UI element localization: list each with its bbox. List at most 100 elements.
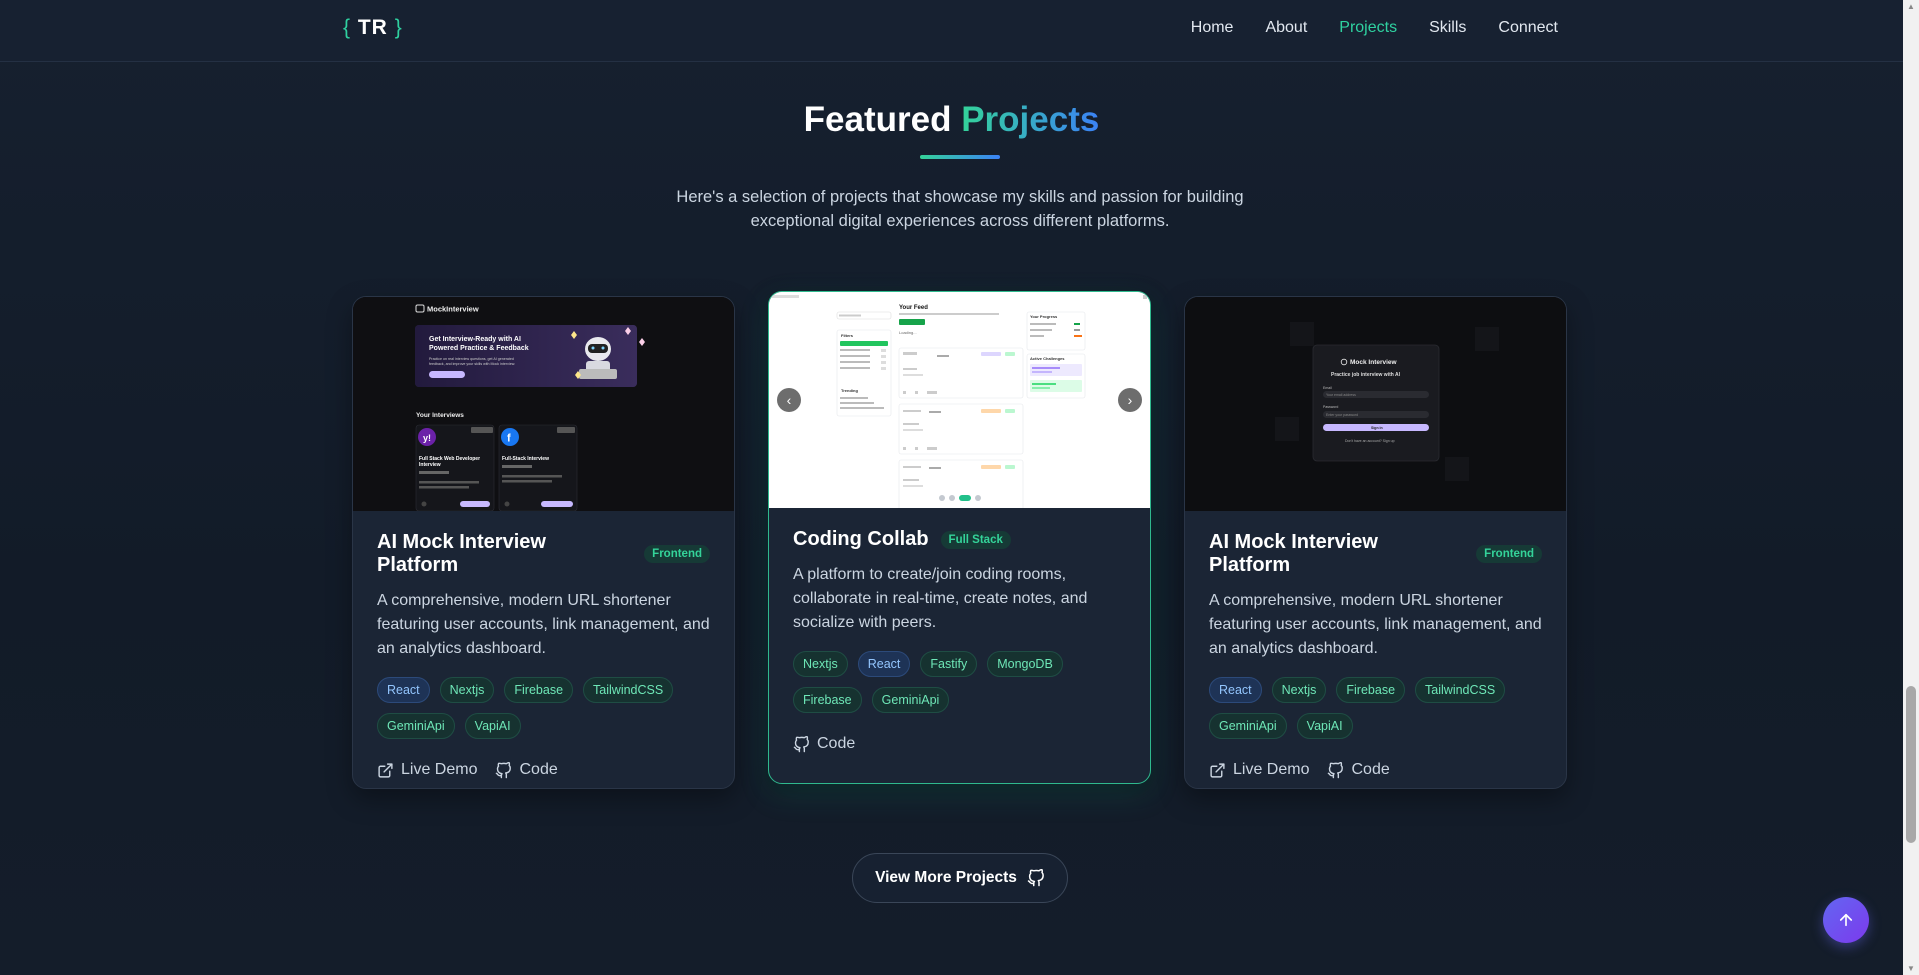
external-link-icon	[1210, 762, 1225, 778]
category-badge: Frontend	[644, 545, 710, 563]
tech-tag: MongoDB	[987, 651, 1063, 677]
mock-signup-text: Don't have an account? Sign up	[1345, 439, 1395, 443]
view-more-label: View More Projects	[875, 869, 1017, 886]
carousel-dot[interactable]	[975, 495, 981, 501]
card-title-row: Coding Collab Full Stack	[793, 528, 1126, 551]
tech-tag: Nextjs	[793, 651, 848, 677]
logo-brace-left: {	[343, 16, 352, 39]
github-icon	[496, 761, 512, 778]
card-links: Live Demo Code	[377, 761, 710, 779]
card-description: A platform to create/join coding rooms, …	[793, 566, 1088, 631]
code-label: Code	[817, 735, 856, 752]
tech-tag: GeminiApi	[377, 713, 455, 739]
mock-section: Your Interviews	[416, 412, 464, 419]
tech-tag: GeminiApi	[871, 687, 950, 713]
tech-tag: Firebase	[793, 687, 862, 713]
arrow-up-icon	[1839, 913, 1853, 927]
logo-text: TR	[357, 16, 388, 39]
svg-text:f: f	[507, 433, 511, 445]
carousel-dots	[939, 495, 981, 501]
nav-about[interactable]: About	[1265, 19, 1307, 37]
project-card-3[interactable]: Mock Interview Practice job interview wi…	[1184, 296, 1567, 789]
mock-email-label: Email	[1323, 386, 1332, 390]
section-title-accent: Projects	[961, 100, 1100, 139]
card-description: A comprehensive, modern URL shortener fe…	[377, 592, 710, 657]
mock-login-brand: Mock Interview	[1350, 359, 1398, 366]
code-link[interactable]: Code	[1327, 761, 1390, 779]
coding-collab-screenshot: Filters Trending Your Feed Loading... Yo…	[769, 292, 1150, 508]
live-demo-link[interactable]: Live Demo	[1209, 761, 1309, 779]
tech-tag: TailwindCSS	[583, 677, 674, 703]
card-links: Code	[793, 735, 1126, 753]
mock-interview-login-screenshot: Mock Interview Practice job interview wi…	[1185, 297, 1566, 511]
nav-projects[interactable]: Projects	[1339, 19, 1397, 37]
tech-tag: Firebase	[1336, 677, 1406, 703]
section-title: Featured Projects	[0, 100, 1903, 140]
card-body: AI Mock Interview Platform Frontend A co…	[1185, 511, 1566, 788]
code-link[interactable]: Code	[793, 735, 855, 753]
svg-text:Get Interview-Ready with AI: Get Interview-Ready with AI	[429, 336, 521, 343]
mock-loading: Loading...	[899, 330, 917, 335]
section-title-main: Featured	[803, 100, 952, 139]
tech-tag: Fastify	[920, 651, 978, 677]
project-screenshot-1: MockInterview Get Interview-Ready with A…	[353, 297, 734, 511]
carousel-dot[interactable]	[939, 495, 945, 501]
live-demo-label: Live Demo	[401, 761, 478, 778]
view-more-projects-button[interactable]: View More Projects	[852, 853, 1068, 903]
project-screenshot-2: Filters Trending Your Feed Loading... Yo…	[769, 292, 1150, 508]
svg-text:y!: y!	[423, 433, 431, 443]
card-title-row: AI Mock Interview Platform Frontend	[1209, 531, 1542, 577]
carousel-dot[interactable]	[949, 495, 955, 501]
live-demo-link[interactable]: Live Demo	[377, 761, 477, 779]
card-body: AI Mock Interview Platform Frontend A co…	[353, 511, 734, 788]
logo-brace-right: }	[394, 16, 403, 39]
svg-text:feedback, and improve your ski: feedback, and improve your skills with M…	[429, 362, 515, 366]
tech-tag: React	[377, 677, 430, 703]
code-link[interactable]: Code	[495, 761, 558, 779]
scroll-up-arrow-icon[interactable]: ▲	[1907, 2, 1915, 11]
svg-text:Interview: Interview	[419, 462, 441, 468]
mock-challenges: Active Challenges	[1030, 356, 1065, 361]
nav-links: Home About Projects Skills Connect	[1191, 19, 1558, 37]
nav-home[interactable]: Home	[1191, 19, 1234, 37]
project-card-1[interactable]: MockInterview Get Interview-Ready with A…	[352, 296, 735, 789]
mock-password-placeholder: Enter your password	[1326, 413, 1358, 417]
card-title: AI Mock Interview Platform	[1209, 531, 1378, 576]
tech-tags: React Nextjs Firebase TailwindCSS Gemini…	[377, 677, 717, 739]
mock-signin-button: Sign in	[1371, 426, 1383, 430]
scrollbar-thumb[interactable]	[1906, 686, 1916, 843]
code-label: Code	[519, 761, 558, 778]
mock-login-tagline: Practice job interview with AI	[1331, 372, 1401, 378]
tech-tag: React	[1209, 677, 1262, 703]
carousel-prev-button[interactable]: ‹	[777, 388, 801, 412]
nav-connect[interactable]: Connect	[1498, 19, 1558, 37]
github-icon	[1328, 761, 1344, 778]
project-screenshot-3: Mock Interview Practice job interview wi…	[1185, 297, 1566, 511]
navbar: { TR } Home About Projects Skills Connec…	[0, 0, 1903, 62]
svg-text:Full-Stack Interview: Full-Stack Interview	[502, 456, 549, 462]
section-subtitle: Here's a selection of projects that show…	[676, 188, 1244, 230]
external-link-icon	[378, 762, 393, 778]
tech-tags: React Nextjs Firebase TailwindCSS Gemini…	[1209, 677, 1549, 739]
page-scrollbar[interactable]: ▲ ▼	[1903, 0, 1919, 975]
scroll-to-top-button[interactable]	[1823, 897, 1869, 943]
mock-brand: MockInterview	[427, 305, 479, 314]
mock-password-label: Password	[1323, 405, 1338, 409]
tech-tag: Nextjs	[439, 677, 495, 703]
logo[interactable]: { TR }	[343, 16, 403, 40]
card-title-row: AI Mock Interview Platform Frontend	[377, 531, 710, 577]
carousel-dot-active[interactable]	[959, 495, 971, 501]
tech-tag: VapiAI	[1296, 713, 1353, 739]
carousel-next-button[interactable]: ›	[1118, 388, 1142, 412]
code-label: Code	[1351, 761, 1390, 778]
tech-tag: React	[857, 651, 911, 677]
nav-skills[interactable]: Skills	[1429, 19, 1466, 37]
card-description: A comprehensive, modern URL shortener fe…	[1209, 592, 1542, 657]
live-demo-label: Live Demo	[1233, 761, 1310, 778]
svg-text:Powered Practice & Feedback: Powered Practice & Feedback	[429, 345, 529, 352]
tech-tag: Firebase	[504, 677, 574, 703]
scroll-down-arrow-icon[interactable]: ▼	[1907, 964, 1915, 973]
project-card-2[interactable]: Filters Trending Your Feed Loading... Yo…	[768, 291, 1151, 784]
svg-text:Practice on real interview que: Practice on real interview questions, ge…	[429, 357, 514, 361]
card-links: Live Demo Code	[1209, 761, 1542, 779]
